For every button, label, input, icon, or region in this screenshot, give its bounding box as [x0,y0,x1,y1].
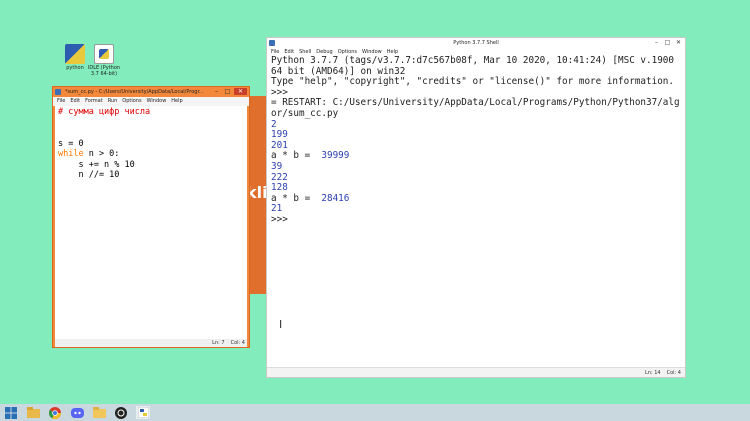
code-text: n > 0: [83,149,120,159]
taskbar [0,404,750,421]
output-label: a * b = [271,192,322,204]
shell-status: Ln: 14 Col: 4 [645,369,681,377]
chrome-icon[interactable] [48,406,62,419]
editor-window[interactable]: *sum_cc.py - C:/Users/University/AppData… [52,86,250,348]
shell-output[interactable]: Python 3.7.7 (tags/v3.7.7:d7c567b08f, Ma… [271,55,681,367]
editor-titlebar[interactable]: *sum_cc.py - C:/Users/University/AppData… [53,87,249,97]
shell-line: Type "help", "copyright", "credits" or "… [271,76,674,88]
code-line: s = 0 [58,138,84,149]
editor-title: *sum_cc.py - C:/Users/University/AppData… [65,89,204,95]
shell-line: or/sum_cc.py [271,107,339,119]
output-value: 28416 [321,192,350,204]
idle-shortcut-icon [94,44,114,64]
shell-titlebar[interactable]: Python 3.7.7 Shell – □ ✕ [267,38,685,48]
shell-output-line: 222 [271,171,288,183]
shell-output-line: 39 [271,160,283,172]
code-editor[interactable]: # сумма цифр числа s = 0 while n > 0: s +… [55,106,247,339]
minimize-button[interactable]: – [212,88,221,95]
line-number: Ln: 14 [645,370,661,376]
shell-line: a * b = 39999 [271,151,681,162]
python-shortcut-icon [65,44,85,64]
menu-options[interactable]: Options [122,97,141,106]
menu-run[interactable]: Run [108,97,118,106]
windows-start-icon[interactable] [4,406,18,419]
shell-window[interactable]: Python 3.7.7 Shell – □ ✕ File Edit Shell… [266,37,686,378]
shell-output-line: 2 [271,118,277,130]
desktop-icon-idle[interactable]: IDLE (Python 3.7 64-bit) [86,44,122,77]
maximize-button[interactable]: □ [223,88,232,95]
shell-title: Python 3.7.7 Shell [453,40,499,46]
idle-app-icon [55,89,61,95]
obs-icon[interactable] [114,406,128,419]
code-line: s += n % 10 [58,159,135,170]
shell-prompt: >>> [271,213,288,225]
close-button[interactable]: ✕ [234,88,247,95]
desktop-icon-label: IDLE (Python 3.7 64-bit) [87,65,121,77]
code-line-comment: # сумма цифр числа [58,107,151,117]
file-explorer-icon[interactable] [26,406,40,419]
python-idle-icon[interactable] [136,406,150,419]
editor-status: Ln: 7 Col: 4 [212,339,245,347]
code-line: while n > 0: [58,149,244,160]
menu-format[interactable]: Format [85,97,103,106]
folder-icon[interactable] [92,406,106,419]
menu-file[interactable]: File [57,97,65,106]
text-cursor-icon: I [279,318,283,331]
maximize-button[interactable]: □ [663,39,672,46]
keyword-while: while [58,149,84,159]
shell-line: Python 3.7.7 (tags/v3.7.7:d7c567b08f, Ma… [271,55,674,66]
discord-icon[interactable] [70,406,84,419]
shell-line: a * b = 28416 [271,192,681,205]
minimize-button[interactable]: – [652,39,661,46]
shell-output-line: 199 [271,129,288,141]
column-number: Col: 4 [230,340,245,346]
line-number: Ln: 7 [212,340,225,346]
menu-window[interactable]: Window [147,97,167,106]
code-line: n //= 10 [58,170,120,180]
idle-app-icon [269,40,275,46]
menu-edit[interactable]: Edit [70,97,80,106]
close-button[interactable]: ✕ [674,39,683,46]
column-number: Col: 4 [666,370,681,376]
editor-menubar: File Edit Format Run Options Window Help [53,97,249,106]
output-label: a * b = [271,150,322,162]
shell-output-line: 21 [271,203,283,215]
menu-help[interactable]: Help [171,97,182,106]
output-value: 39999 [321,150,350,162]
shell-statusbar [267,367,685,377]
